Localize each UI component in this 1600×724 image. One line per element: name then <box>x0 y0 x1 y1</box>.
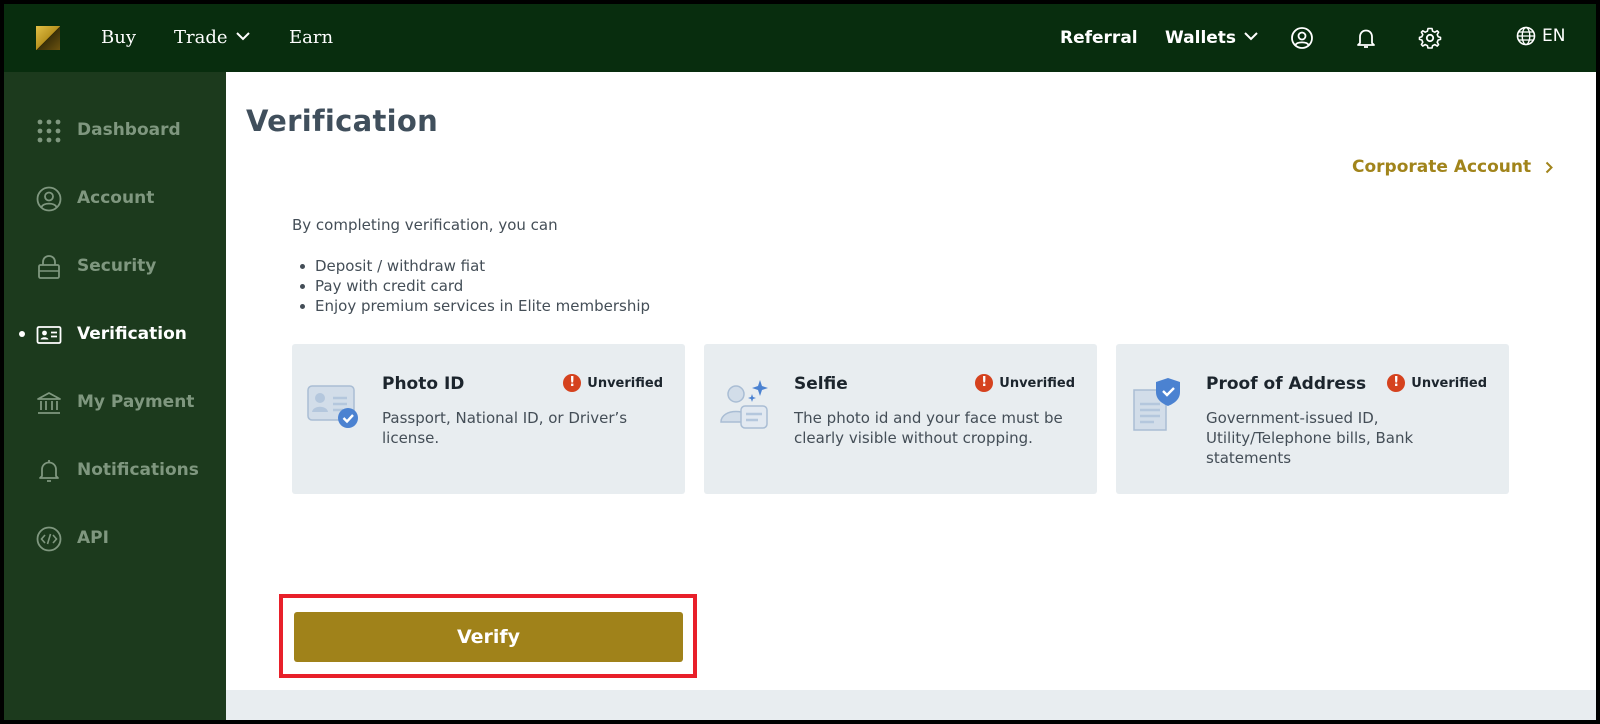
benefit-item: Deposit / withdraw fiat <box>292 256 650 276</box>
status-badge: ! Unverified <box>975 374 1075 392</box>
globe-icon <box>1516 26 1536 46</box>
nav-earn[interactable]: Earn <box>289 27 333 49</box>
card-description: Passport, National ID, or Driver’s licen… <box>382 409 628 447</box>
gear-icon[interactable] <box>1418 26 1442 50</box>
language-label: EN <box>1542 26 1566 46</box>
sidebar-item-verification[interactable]: Verification <box>4 312 226 356</box>
top-navbar: Buy Trade Earn Referral Wallets EN <box>4 4 1596 72</box>
nav-wallets-label: Wallets <box>1165 28 1237 48</box>
nav-buy[interactable]: Buy <box>101 27 136 49</box>
nav-trade-label: Trade <box>174 27 228 48</box>
status-label: Unverified <box>999 375 1075 391</box>
chevron-right-icon <box>1545 161 1554 173</box>
card-title: Selfie <box>794 374 848 394</box>
status-label: Unverified <box>587 375 663 391</box>
nav-wallets[interactable]: Wallets <box>1165 27 1258 49</box>
sidebar-item-my-payment[interactable]: My Payment <box>4 380 226 424</box>
nav-trade[interactable]: Trade <box>174 27 250 49</box>
benefits-list: Deposit / withdraw fiat Pay with credit … <box>292 256 650 316</box>
alert-icon: ! <box>563 374 582 392</box>
bell-icon <box>39 460 59 482</box>
sidebar-item-label: Verification <box>77 324 187 344</box>
lock-icon <box>38 255 60 279</box>
sidebar: Dashboard Account Security Verification … <box>4 72 226 720</box>
language-selector[interactable]: EN <box>1516 26 1565 46</box>
proof-of-address-card[interactable]: Proof of Address ! Unverified Government… <box>1116 344 1509 494</box>
document-shield-icon <box>1133 378 1180 431</box>
verify-button[interactable]: Verify <box>294 612 683 662</box>
sidebar-item-label: Dashboard <box>77 120 181 140</box>
status-label: Unverified <box>1411 375 1487 391</box>
photo-id-card[interactable]: Photo ID ! Unverified Passport, National… <box>292 344 685 494</box>
sidebar-item-label: Account <box>77 188 155 208</box>
user-icon[interactable] <box>1290 26 1314 50</box>
card-title: Photo ID <box>382 374 465 394</box>
bank-icon <box>37 392 61 414</box>
sidebar-item-label: Notifications <box>77 460 199 480</box>
selfie-sparkle-icon <box>720 380 768 429</box>
brand-logo[interactable] <box>36 26 60 50</box>
card-description: Government-issued ID, Utility/Telephone … <box>1206 409 1414 467</box>
selfie-card[interactable]: Selfie ! Unverified The photo id and you… <box>704 344 1097 494</box>
sidebar-item-label: My Payment <box>77 392 195 412</box>
card-description: The photo id and your face must be clear… <box>794 409 1063 447</box>
id-card-icon <box>36 326 62 344</box>
bell-icon[interactable] <box>1354 26 1378 50</box>
app-window: Buy Trade Earn Referral Wallets EN Dashb… <box>4 4 1596 720</box>
code-icon <box>36 526 62 552</box>
active-indicator <box>19 331 25 337</box>
status-badge: ! Unverified <box>1387 374 1487 392</box>
alert-icon: ! <box>975 374 994 392</box>
nav-referral[interactable]: Referral <box>1060 27 1138 49</box>
id-card-check-icon <box>307 385 358 428</box>
chevron-down-icon <box>1244 32 1258 41</box>
sidebar-item-notifications[interactable]: Notifications <box>4 448 226 492</box>
benefit-item: Pay with credit card <box>292 276 650 296</box>
sidebar-item-label: API <box>77 528 109 548</box>
status-badge: ! Unverified <box>563 374 663 392</box>
benefit-item: Enjoy premium services in Elite membersh… <box>292 296 650 316</box>
corporate-account-label: Corporate Account <box>1352 157 1532 177</box>
intro-text: By completing verification, you can <box>292 216 558 234</box>
sidebar-item-label: Security <box>77 256 157 276</box>
sidebar-item-dashboard[interactable]: Dashboard <box>4 108 226 152</box>
page-title: Verification <box>246 104 439 138</box>
grid-dots-icon <box>37 119 61 143</box>
chevron-down-icon <box>235 32 250 41</box>
footer-band <box>226 690 1596 720</box>
card-title: Proof of Address <box>1206 374 1367 394</box>
corporate-account-link[interactable]: Corporate Account <box>1352 157 1554 177</box>
alert-icon: ! <box>1387 374 1406 392</box>
sidebar-item-security[interactable]: Security <box>4 244 226 288</box>
sidebar-item-api[interactable]: API <box>4 516 226 560</box>
sidebar-item-account[interactable]: Account <box>4 176 226 220</box>
main-content: Verification Corporate Account By comple… <box>226 72 1596 720</box>
user-circle-icon <box>36 186 62 212</box>
